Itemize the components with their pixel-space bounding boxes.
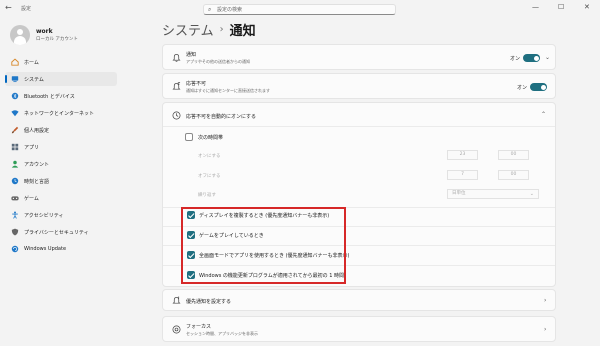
breadcrumb-parent[interactable]: システム	[162, 24, 214, 39]
notifications-toggle[interactable]	[523, 54, 540, 62]
breadcrumb-separator: ›	[219, 24, 224, 35]
priority-notifications-setting[interactable]: 優先通知を設定する ›	[162, 289, 556, 311]
sidebar-item-label: 個人用設定	[24, 128, 50, 134]
sidebar-item-home[interactable]: ホーム	[5, 55, 117, 69]
minimize-button[interactable]: —	[532, 3, 539, 11]
game-icon	[11, 196, 19, 201]
dnd-toggle-state: オン	[517, 85, 528, 91]
sidebar-item-accessibility[interactable]: アクセシビリティ	[5, 208, 117, 222]
notifications-setting[interactable]: 通知 アプリやその他の送信者からの通知 オン ⌄	[162, 44, 556, 70]
turn-on-label: オンにする	[198, 154, 221, 159]
close-button[interactable]: ✕	[584, 3, 590, 11]
repeat-dropdown: 日単位 ⌄	[447, 189, 539, 199]
search-input[interactable]	[217, 6, 387, 14]
active-indicator	[5, 75, 7, 83]
sidebar-item-accounts[interactable]: アカウント	[5, 157, 117, 171]
notifications-subtitle: アプリやその他の送信者からの通知	[186, 59, 250, 64]
dnd-title: 応答不可	[186, 81, 207, 87]
repeat-label: 繰り返す	[198, 193, 216, 198]
system-icon	[11, 76, 19, 83]
shield-icon	[11, 228, 19, 236]
apps-icon	[11, 143, 19, 151]
focus-subtitle: セッション時間、アプリバッジを非表示	[186, 331, 258, 336]
app-title: 設定	[21, 6, 32, 12]
auto-dnd-title: 応答不可を自動的にオンにする	[186, 114, 257, 120]
chevron-up-icon[interactable]: ⌃	[541, 111, 546, 118]
chevron-right-icon[interactable]: ›	[544, 297, 546, 304]
bluetooth-icon	[11, 92, 19, 100]
on-minute-field: 00	[498, 150, 529, 160]
account-type: ローカル アカウント	[36, 37, 78, 42]
accessibility-icon	[12, 211, 18, 219]
chevron-down-icon: ⌄	[529, 191, 534, 197]
focus-setting[interactable]: フォーカス セッション時間、アプリバッジを非表示 ›	[162, 316, 556, 342]
notifications-toggle-state: オン	[510, 56, 521, 62]
schedule-checkbox[interactable]	[185, 133, 193, 141]
sidebar-item-label: アクセシビリティ	[24, 213, 64, 219]
sidebar-item-label: Windows Update	[24, 246, 67, 252]
home-icon	[11, 58, 19, 66]
update-icon	[11, 245, 19, 253]
sidebar-item-apps[interactable]: アプリ	[5, 140, 117, 154]
sidebar-item-label: ホーム	[24, 60, 39, 66]
sidebar-item-label: アカウント	[24, 162, 50, 168]
page-title: 通知	[229, 24, 256, 39]
off-minute-field: 00	[498, 170, 529, 180]
sidebar-item-label: Bluetooth とデバイス	[24, 94, 75, 100]
chevron-right-icon[interactable]: ›	[544, 326, 546, 333]
schedule-label: 次の時間帯	[198, 135, 224, 141]
user-name: work	[36, 28, 53, 35]
do-not-disturb-setting: 応答不可 通知はすぐに通知センターに直接送信されます オン	[162, 73, 556, 99]
sidebar-item-privacy[interactable]: プライバシーとセキュリティ	[5, 225, 117, 239]
search-box[interactable]: ⌕	[203, 4, 396, 15]
turn-off-label: オフにする	[198, 174, 221, 179]
sidebar-item-network[interactable]: ネットワークとインターネット	[5, 106, 117, 120]
back-button[interactable]: ←	[5, 3, 12, 12]
sidebar-item-label: ネットワークとインターネット	[24, 111, 95, 117]
divider	[163, 126, 555, 127]
chevron-down-icon[interactable]: ⌄	[545, 54, 550, 61]
sidebar-item-personalization[interactable]: 個人用設定	[5, 123, 117, 137]
on-hour-field: 23	[447, 150, 478, 160]
avatar	[10, 25, 30, 45]
account-icon	[11, 160, 19, 168]
clock-icon	[172, 111, 181, 120]
priority-title: 優先通知を設定する	[186, 299, 232, 305]
breadcrumb: システム › 通知	[162, 19, 256, 39]
focus-title: フォーカス	[186, 324, 212, 330]
sidebar-item-gaming[interactable]: ゲーム	[5, 191, 117, 205]
brush-icon	[11, 126, 19, 134]
sidebar: work ローカル アカウント ホーム システム Bluetooth とデバイス…	[0, 18, 122, 346]
bell-icon	[172, 53, 181, 62]
sidebar-item-label: ゲーム	[24, 196, 39, 202]
sidebar-item-label: システム	[24, 77, 44, 83]
highlight-box	[181, 207, 346, 284]
dnd-subtitle: 通知はすぐに通知センターに直接送信されます	[186, 88, 270, 93]
repeat-value: 日単位	[452, 191, 466, 196]
priority-bell-icon	[172, 296, 181, 304]
maximize-button[interactable]: ☐	[558, 3, 564, 11]
clock-globe-icon	[11, 177, 19, 185]
wifi-icon	[11, 110, 19, 117]
sidebar-item-bluetooth[interactable]: Bluetooth とデバイス	[5, 89, 117, 103]
do-not-disturb-icon	[172, 82, 181, 90]
focus-icon	[172, 325, 181, 334]
sidebar-item-label: プライバシーとセキュリティ	[24, 230, 89, 236]
dnd-toggle[interactable]	[530, 83, 547, 91]
off-hour-field: 7	[447, 170, 478, 180]
sidebar-item-system[interactable]: システム	[5, 72, 117, 86]
notifications-title: 通知	[186, 52, 197, 58]
sidebar-item-time-language[interactable]: 時刻と言語	[5, 174, 117, 188]
search-icon: ⌕	[208, 6, 212, 13]
sidebar-item-windows-update[interactable]: Windows Update	[5, 242, 117, 256]
sidebar-item-label: 時刻と言語	[24, 179, 50, 185]
sidebar-item-label: アプリ	[24, 145, 40, 151]
